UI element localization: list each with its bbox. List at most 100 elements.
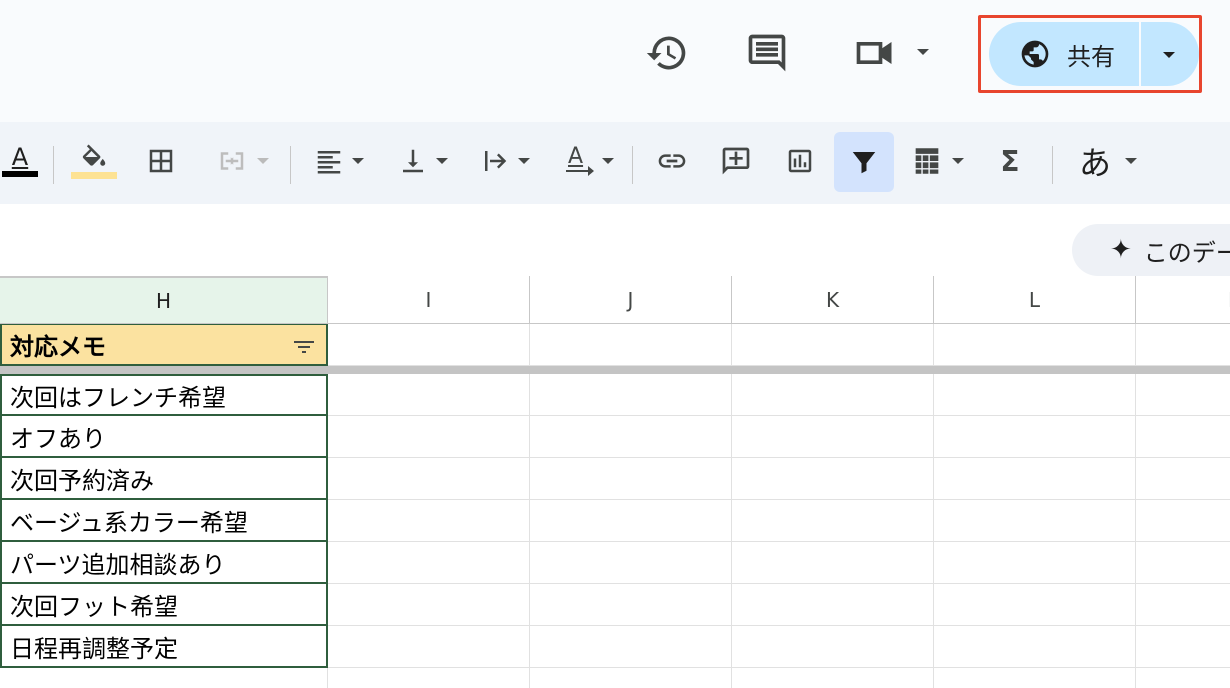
note-cell-text: 次回フット希望 (10, 592, 178, 621)
header-cell-h1[interactable]: 対応メモ (0, 324, 328, 366)
grid-cell[interactable] (1136, 324, 1230, 366)
grid-cell[interactable] (328, 584, 530, 626)
grid-cell[interactable] (1136, 584, 1230, 626)
vertical-align-button[interactable] (390, 138, 456, 184)
grid-cell[interactable] (732, 324, 934, 366)
grid-cell[interactable] (328, 500, 530, 542)
grid-cell[interactable] (934, 416, 1136, 458)
grid-cell[interactable] (934, 542, 1136, 584)
text-rotation-icon: A (564, 144, 594, 176)
grid-cell[interactable] (934, 458, 1136, 500)
add-comment-icon (722, 147, 750, 175)
grid-cell[interactable] (530, 416, 732, 458)
table-row-note-cell[interactable]: パーツ追加相談あり (0, 542, 328, 584)
table-row-note-cell[interactable]: 日程再調整予定 (0, 626, 328, 668)
grid-cell[interactable] (1136, 374, 1230, 416)
grid-cell[interactable] (934, 626, 1136, 668)
table-row-note-cell[interactable]: 次回はフレンチ希望 (0, 374, 328, 416)
column-header-m[interactable]: M (1136, 276, 1230, 324)
text-color-button[interactable]: A (0, 138, 40, 184)
toolbar-divider (632, 146, 633, 184)
grid-cell[interactable] (732, 500, 934, 542)
merge-cells-button[interactable] (204, 138, 280, 184)
grid-cell[interactable] (0, 668, 328, 688)
chevron-down-icon (352, 158, 364, 164)
grid-cell[interactable] (530, 374, 732, 416)
create-filter-button[interactable] (834, 132, 894, 192)
text-overflow-icon (485, 151, 507, 171)
top-header: 共有 (0, 0, 1230, 122)
grid-cell[interactable] (328, 416, 530, 458)
table-row-note-cell[interactable]: オフあり (0, 416, 328, 458)
share-button[interactable]: 共有 (989, 22, 1139, 86)
filter-views-button[interactable] (904, 138, 970, 184)
table-grid-icon (915, 148, 939, 174)
paint-bucket-icon (82, 144, 106, 166)
grid-cell[interactable] (530, 324, 732, 366)
grid-cell[interactable] (732, 584, 934, 626)
table-row-note-cell[interactable]: 次回フット希望 (0, 584, 328, 626)
column-header-i[interactable]: I (328, 276, 530, 324)
grid-cell[interactable] (1136, 626, 1230, 668)
meet-video-icon[interactable] (852, 30, 898, 76)
grid-cell[interactable] (732, 668, 934, 688)
horizontal-align-button[interactable] (306, 138, 372, 184)
chevron-down-icon (436, 158, 448, 164)
insert-comment-button[interactable] (714, 138, 758, 184)
input-tools-button[interactable]: あ (1070, 138, 1146, 184)
grid-cell[interactable] (530, 542, 732, 584)
grid-cell[interactable] (732, 542, 934, 584)
grid-cell[interactable] (328, 374, 530, 416)
version-history-icon[interactable] (644, 30, 690, 76)
grid-cell[interactable] (328, 626, 530, 668)
meet-dropdown-caret-icon[interactable] (917, 49, 929, 55)
grid-cell[interactable] (1136, 458, 1230, 500)
grid-cell[interactable] (934, 374, 1136, 416)
grid-cell[interactable] (530, 500, 732, 542)
gemini-analyze-chip[interactable]: ✦ このデー (1072, 224, 1230, 276)
share-dropdown-button[interactable] (1141, 22, 1199, 86)
link-icon (658, 154, 686, 168)
frozen-row-divider[interactable] (0, 366, 1230, 374)
filter-sort-icon[interactable] (292, 335, 316, 363)
borders-button[interactable] (140, 138, 182, 184)
grid-cell[interactable] (934, 500, 1136, 542)
grid-cell[interactable] (1136, 542, 1230, 584)
grid-cell[interactable] (1136, 416, 1230, 458)
functions-button[interactable]: Σ (990, 138, 1030, 184)
grid-cell[interactable] (328, 458, 530, 500)
fill-color-button[interactable] (70, 138, 118, 184)
spreadsheet-grid: H I J K L M 対応メモ 次回はフレンチ希望オフあり次回予約済みベージュ… (0, 276, 1230, 688)
grid-cell[interactable] (934, 324, 1136, 366)
column-header-l[interactable]: L (934, 276, 1136, 324)
column-header-k[interactable]: K (732, 276, 934, 324)
insert-link-button[interactable] (650, 138, 694, 184)
chevron-down-icon (518, 158, 530, 164)
grid-cell[interactable] (328, 542, 530, 584)
grid-cell[interactable] (1136, 500, 1230, 542)
column-header-h[interactable]: H (0, 276, 328, 324)
table-row-note-cell[interactable]: ベージュ系カラー希望 (0, 500, 328, 542)
column-header-j[interactable]: J (530, 276, 732, 324)
grid-cell[interactable] (732, 416, 934, 458)
grid-cell[interactable] (328, 668, 530, 688)
grid-cell[interactable] (530, 626, 732, 668)
text-wrapping-button[interactable] (472, 138, 538, 184)
grid-cell[interactable] (732, 374, 934, 416)
comments-icon[interactable] (744, 30, 790, 76)
merge-cells-icon (220, 152, 244, 170)
grid-cell[interactable] (934, 584, 1136, 626)
chart-icon (788, 149, 812, 173)
grid-cell[interactable] (530, 458, 732, 500)
table-row-note-cell[interactable]: 次回予約済み (0, 458, 328, 500)
hiragana-input-icon: あ (1078, 144, 1111, 182)
insert-chart-button[interactable] (778, 138, 822, 184)
grid-cell[interactable] (328, 324, 530, 366)
grid-cell[interactable] (1136, 668, 1230, 688)
grid-cell[interactable] (934, 668, 1136, 688)
grid-cell[interactable] (530, 584, 732, 626)
grid-cell[interactable] (732, 458, 934, 500)
grid-cell[interactable] (732, 626, 934, 668)
grid-cell[interactable] (530, 668, 732, 688)
text-rotation-button[interactable]: A (556, 138, 622, 184)
